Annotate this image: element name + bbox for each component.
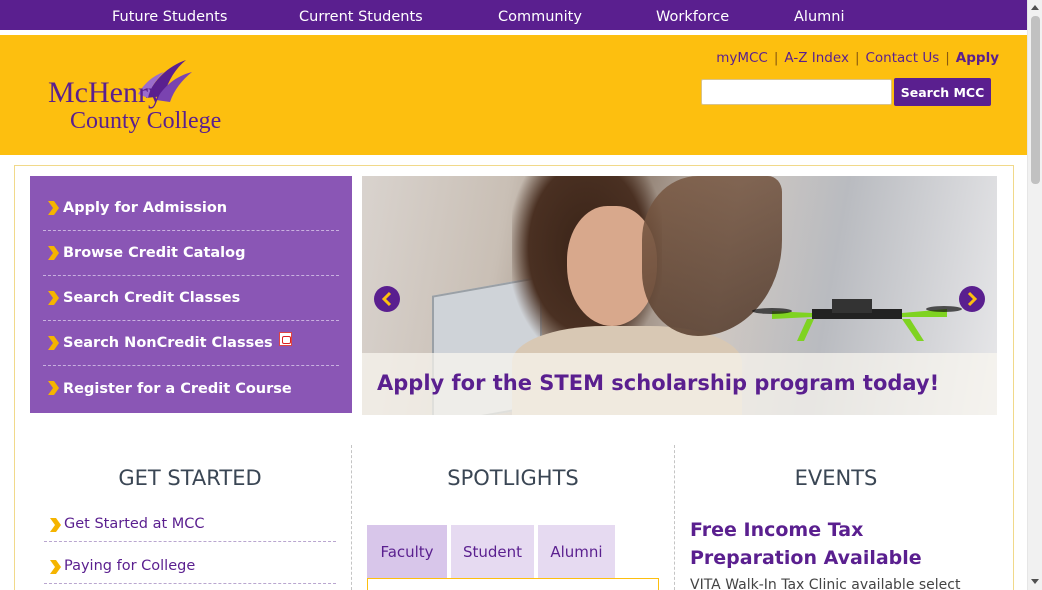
quick-link-label: Apply for Admission [63,200,228,216]
separator: | [854,50,860,66]
chevron-right-icon [48,336,59,350]
slider-next-button[interactable] [959,286,985,312]
scroll-up-arrow-icon[interactable] [1031,5,1039,10]
search-input[interactable] [701,79,892,105]
mchenry-logo[interactable]: McHenry County College [46,58,246,133]
quick-link-search-noncredit[interactable]: Search NonCredit Classes [43,321,339,366]
svg-text:McHenry: McHenry [48,76,163,109]
slider-prev-button[interactable] [374,286,400,312]
separator: | [773,50,779,66]
quick-link-label: Search Credit Classes [63,290,241,306]
tab-alumni[interactable]: Alumni [538,525,615,578]
quick-link-register-course[interactable]: Register for a Credit Course [43,366,339,411]
link-get-started[interactable]: Get Started at MCC [44,516,336,542]
link-contact-us[interactable]: Contact Us [866,50,940,66]
hero-slider[interactable]: Apply for the STEM scholarship program t… [362,176,997,415]
events-heading: EVENTS [794,466,878,490]
spotlights-heading: SPOTLIGHTS [447,466,579,490]
pdf-icon [278,332,292,346]
link-label: Paying for College [64,558,196,574]
chevron-right-icon [48,201,59,215]
tab-student[interactable]: Student [451,525,534,578]
quick-link-label: Register for a Credit Course [63,380,292,397]
link-label: Get Started at MCC [64,516,205,532]
scrollbar-thumb[interactable] [1031,16,1040,184]
scroll-down-arrow-icon[interactable] [1031,579,1039,584]
chevron-right-icon [48,291,59,305]
link-paying-for-college[interactable]: Paying for College [44,558,336,584]
chevron-right-icon [48,381,59,395]
hero-image-drone [752,299,962,341]
quick-link-label: Browse Credit Catalog [63,245,246,261]
get-started-heading: GET STARTED [118,466,262,490]
quick-link-browse-catalog[interactable]: Browse Credit Catalog [43,231,339,276]
top-nav: Future Students Current Students Communi… [0,0,1027,30]
quick-links-panel: Apply for Admission Browse Credit Catalo… [30,176,352,413]
nav-alumni[interactable]: Alumni [794,9,844,25]
hero-caption[interactable]: Apply for the STEM scholarship program t… [377,371,939,395]
link-az-index[interactable]: A-Z Index [784,50,849,66]
event-description: VITA Walk-In Tax Clinic available select [690,577,961,590]
tab-faculty[interactable]: Faculty [367,525,447,578]
spotlight-panel [367,578,659,590]
quick-link-label: Search NonCredit Classes [63,335,273,351]
page-scrollbar[interactable] [1027,0,1042,590]
column-divider [674,445,675,590]
link-apply[interactable]: Apply [956,50,999,66]
column-divider [351,445,352,590]
chevron-right-icon [50,518,61,532]
search-button[interactable]: Search MCC [894,78,991,106]
nav-current-students[interactable]: Current Students [299,9,423,25]
svg-text:County College: County College [70,108,221,133]
arrow-right-icon [967,291,978,307]
chevron-right-icon [50,560,61,574]
nav-workforce[interactable]: Workforce [656,9,729,25]
nav-future-students[interactable]: Future Students [112,9,227,25]
quick-link-search-credit[interactable]: Search Credit Classes [43,276,339,321]
separator: | [945,50,950,66]
quick-link-apply-admission[interactable]: Apply for Admission [43,186,339,231]
event-title-link[interactable]: Free Income Tax Preparation Available [690,516,980,572]
arrow-left-icon [381,291,392,307]
site-header: McHenry County College myMCC | A-Z Index | C… [0,35,1027,155]
page: Future Students Current Students Communi… [0,0,1042,590]
chevron-right-icon [48,246,59,260]
utility-links: myMCC | A-Z Index | Contact Us | Apply [716,50,999,66]
nav-community[interactable]: Community [498,9,582,25]
link-mymcc[interactable]: myMCC [716,50,768,66]
